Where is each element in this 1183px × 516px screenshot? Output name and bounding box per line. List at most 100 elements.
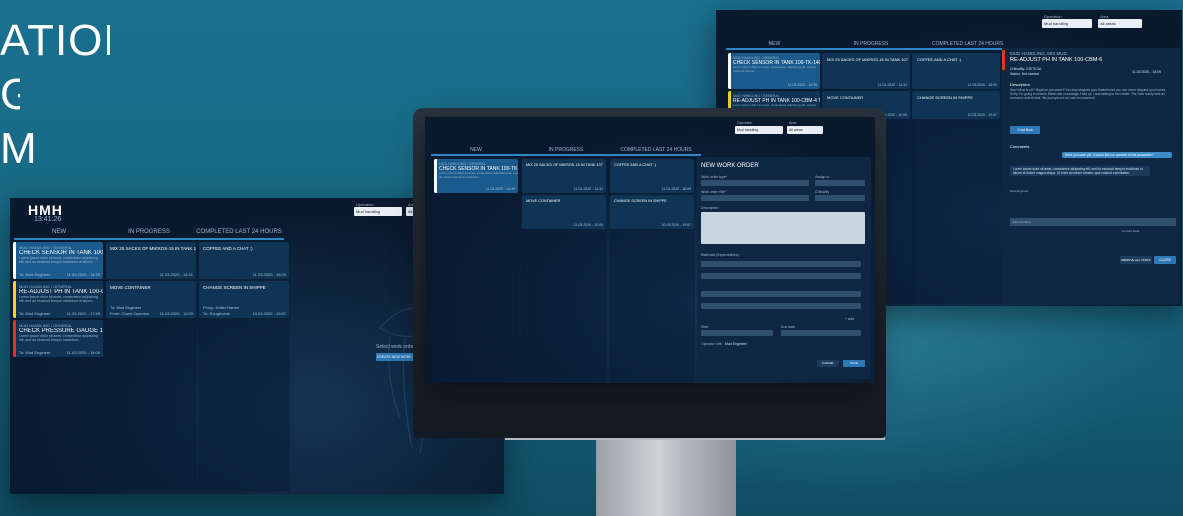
center-screen: Operation Mud handling Area All areas NE… (425, 117, 875, 383)
card-from: From: Crane Operator (110, 311, 150, 316)
hero-text: ATION G M (0, 14, 110, 176)
material-row-3[interactable] (701, 291, 861, 297)
work-order-card[interactable]: COFFEE AND A CHAT :) 11.03.2020 - 18:09 (610, 159, 694, 193)
work-order-card[interactable]: MUD HANDLING / GENERAL RE-ADJUST PH IN T… (13, 281, 103, 318)
criticality-label: Criticality (815, 190, 830, 194)
card-date: 11.03.2020 - 14:31 (159, 272, 193, 277)
tab-completed[interactable]: COMPLETED LAST 24 HOURS (919, 41, 1016, 47)
card-title: MOVE CONTAINER (827, 95, 864, 100)
work-order-card[interactable]: MIX 25 SACKS OF MIKROS-15 IN TANK 107 11… (822, 53, 910, 89)
comment-self: Have you seen pH, it would like our cons… (1062, 152, 1172, 158)
card-description: Lorem ipsum dolor sit amet, consectetur … (19, 256, 98, 264)
card-date: 11.03.2020 - 14:39 (485, 187, 515, 191)
card-date: 11.03.2020 - 18:09 (252, 272, 286, 277)
tab-new[interactable]: NEW (726, 41, 823, 47)
material-row-4[interactable] (701, 303, 861, 309)
criticality-select[interactable] (815, 195, 865, 201)
area-select[interactable]: All areas (1098, 19, 1142, 28)
tab-underline (431, 154, 701, 156)
description-label: Description (701, 206, 719, 210)
operation-select[interactable]: Mud handling (1042, 19, 1092, 28)
work-order-card[interactable]: COFFEE AND A CHAT :) 11.03.2020 - 18:09 (912, 53, 1000, 89)
card-title: MOVE CONTAINER (110, 285, 151, 290)
materials-label: Materials (Expendables) (701, 253, 739, 257)
title-label: Work order title* (701, 190, 727, 194)
card-date: 10.03.2020 - 19:57 (252, 311, 286, 316)
add-material-link[interactable]: + add (845, 317, 854, 321)
card-date: 10.03.2020 - 19:57 (967, 113, 997, 117)
clock: 13:41:26 (34, 216, 62, 223)
card-date: 11.03.2020 - 14:09 (66, 350, 100, 355)
detail-title: RE-ADJUST PH IN TANK 100-CBM-6 (1010, 57, 1103, 63)
work-order-card[interactable]: MIX 25 SACKS OF MIKROS-15 IN TANK 107 11… (106, 242, 196, 279)
work-order-card[interactable]: COFFEE AND A CHAT :) 11.03.2020 - 18:09 (199, 242, 289, 279)
description-textarea[interactable] (701, 212, 865, 244)
title-input[interactable] (701, 195, 809, 201)
operator-role-label: Operator role: (701, 342, 723, 346)
card-date: 11.03.2020 - 10:09 (573, 223, 603, 227)
description-label: Description (1010, 82, 1031, 87)
work-order-card[interactable]: MUD HANDLING / GENERAL CHECK PRESSURE GA… (13, 320, 103, 357)
current-state-note: Current state: (1122, 229, 1141, 233)
card-title: CHANGE SCREEN IN SHIPPE (203, 285, 266, 290)
card-description: Lorem ipsum dolor sit amet, consectetur … (439, 172, 518, 179)
tab-completed[interactable]: COMPLETED LAST 24 HOURS (611, 147, 701, 153)
close-button[interactable]: CLOSE (1154, 256, 1176, 264)
work-order-card[interactable]: MUD HANDLING / GENERAL CHECK SENSOR IN T… (13, 242, 103, 279)
comment-input[interactable]: Add comment... (1010, 218, 1176, 226)
card-assignee: To: Mud Engineer (110, 305, 142, 310)
card-title: COFFEE AND A CHAT :) (917, 57, 962, 62)
tab-underline (14, 238, 284, 240)
detail-description: Hey! What is pH? Might be pro scam!!! Yo… (1010, 88, 1167, 100)
operation-select[interactable]: Mud handling (354, 207, 402, 216)
criticality-stripe (1002, 50, 1005, 70)
comments-label: Comments (1010, 144, 1030, 149)
tab-in-progress[interactable]: IN PROGRESS (104, 229, 194, 237)
tab-completed[interactable]: COMPLETED LAST 24 HOURS (194, 229, 284, 237)
card-assignee: To: Mud Engineer (19, 311, 51, 316)
hero-line-1: ATION (0, 16, 110, 65)
tab-underline (726, 48, 1016, 50)
area-select[interactable]: All areas (787, 126, 823, 134)
assign-select[interactable] (815, 180, 865, 186)
tab-new[interactable]: NEW (431, 147, 521, 153)
card-title: MIX 25 SACKS OF MIKROS-15 IN TANK 107 (827, 57, 908, 62)
card-assignee: To: Mud Engineer (19, 272, 51, 277)
card-title: COFFEE AND A CHAT :) (203, 246, 253, 251)
type-select[interactable] (701, 180, 809, 186)
detail-date: 11.03.2020 - 14:09 (1132, 70, 1162, 74)
material-row-1[interactable] (701, 261, 861, 267)
card-date: 11.03.2020 - 14:39 (787, 83, 817, 87)
work-order-card[interactable]: MOVE CONTAINER To: Mud Engineer From: Cr… (106, 281, 196, 318)
tab-bar: NEW IN PROGRESS COMPLETED LAST 24 HOURS (14, 229, 284, 237)
start-date-input[interactable] (701, 330, 773, 336)
card-title: MIX 25 SACKS OF MIKROS-15 IN TANK 107 (526, 163, 603, 167)
material-row-2[interactable] (701, 273, 861, 279)
type-label: Work order type* (701, 175, 728, 179)
card-title: CHANGE SCREEN IN SHIPPE (614, 199, 667, 203)
card-description: Lorem ipsum dolor sit amet, consectetur … (19, 295, 98, 303)
work-order-card[interactable]: MUD HANDLING / GENERAL CHECK SENSOR IN T… (728, 53, 820, 89)
work-order-card[interactable]: CHANGE SCREEN IN SHIPPE Prosp. Driller H… (199, 281, 289, 318)
card-date: 11.03.2020 - 17:59 (66, 311, 100, 316)
chat-now-button[interactable]: Chat Now (1010, 126, 1040, 134)
work-order-card[interactable]: MOVE CONTAINER 11.03.2020 - 10:09 (522, 195, 606, 229)
remove-tasks-button[interactable]: REMOVE ALL TASKS (1120, 256, 1152, 264)
operation-select[interactable]: Mud handling (735, 126, 783, 134)
start-label: Start (701, 325, 709, 329)
work-order-card[interactable]: CHANGE SCREEN IN SHIPPE 10.03.2020 - 19:… (912, 91, 1000, 119)
work-order-card[interactable]: MIX 25 SACKS OF MIKROS-15 IN TANK 107 11… (522, 159, 606, 193)
area-label: Area (789, 121, 797, 125)
tab-in-progress[interactable]: IN PROGRESS (521, 147, 611, 153)
operation-label: Operation (737, 121, 753, 125)
work-order-card[interactable]: CHANGE SCREEN IN SHIPPE 10.03.2020 - 19:… (610, 195, 694, 229)
detail-status: Status: Not started (1010, 72, 1039, 76)
due-date-input[interactable] (781, 330, 861, 336)
work-order-card[interactable]: MUD HANDLING / GENERAL CHECK SENSOR IN T… (434, 159, 518, 193)
card-title: CHANGE SCREEN IN SHIPPE (917, 95, 973, 100)
card-date: 11.03.2020 - 14:39 (66, 272, 100, 277)
cancel-button[interactable]: CANCEL (817, 360, 839, 367)
tab-in-progress[interactable]: IN PROGRESS (823, 41, 920, 47)
save-button[interactable]: SAVE (843, 360, 865, 367)
tab-new[interactable]: NEW (14, 229, 104, 237)
